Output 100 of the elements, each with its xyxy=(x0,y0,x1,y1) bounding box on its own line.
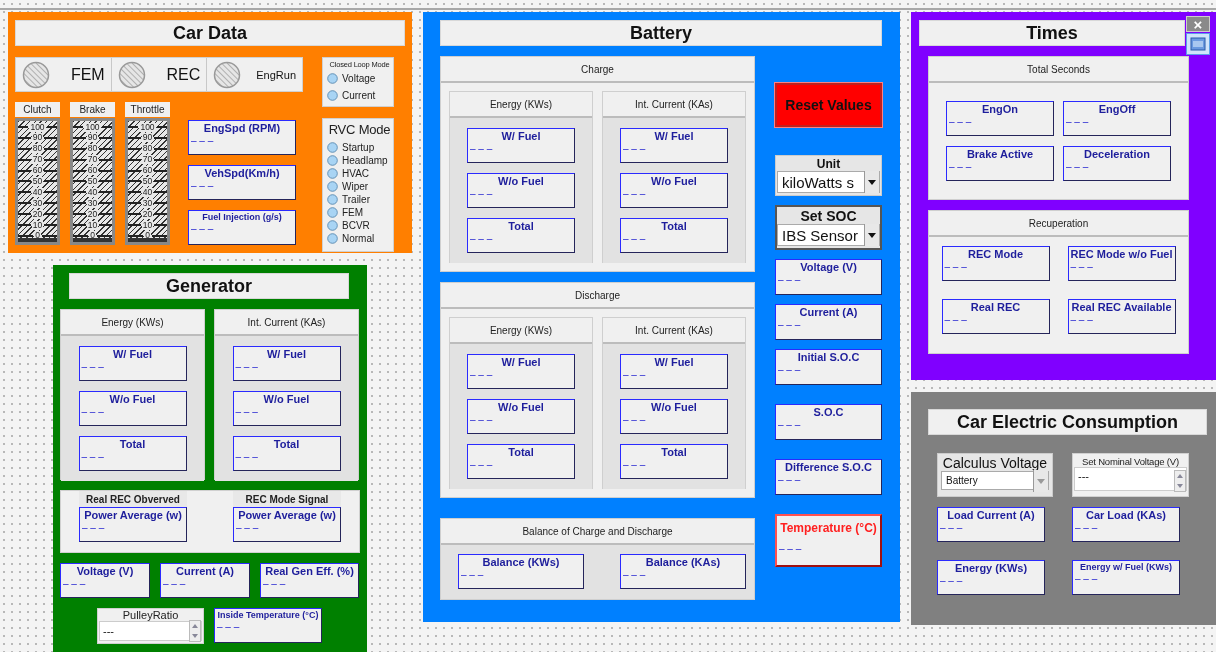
slider-label: Brake xyxy=(70,102,115,117)
scale-label: 10 xyxy=(86,220,99,230)
group-header: Discharge xyxy=(441,283,754,309)
slider-track[interactable]: 100 90 80 70 60 50 40 30 20 10 0 xyxy=(125,118,170,245)
indicator-label: Temperature (°C) xyxy=(780,521,877,535)
indicator-label: Deceleration xyxy=(1084,148,1150,160)
indicator-value: – – – xyxy=(779,543,802,554)
group-header: Real REC Obverved xyxy=(79,491,187,507)
indicator-label: Total xyxy=(661,220,687,232)
panel-title: Generator xyxy=(69,273,349,299)
scale-label: 60 xyxy=(141,166,154,176)
indicator-value: – – – xyxy=(81,361,104,372)
scale-label: 10 xyxy=(31,220,44,230)
indicator-label: Total xyxy=(273,438,300,450)
slider-label: Clutch xyxy=(15,102,60,117)
indicator-value: – – – xyxy=(470,233,493,244)
indicator-value: – – – xyxy=(81,406,104,417)
scale-label: 30 xyxy=(31,198,44,208)
slider-thumb[interactable] xyxy=(128,238,167,242)
radio-option[interactable]: Wiper xyxy=(327,180,392,193)
radio-option[interactable]: Voltage xyxy=(327,70,392,87)
radio-option[interactable]: Headlamp xyxy=(327,154,392,167)
indicator-value: – – – xyxy=(940,522,963,533)
slider-track[interactable]: 100 90 80 70 60 50 40 30 20 10 0 xyxy=(70,118,115,245)
indicator-label: W/o Fuel xyxy=(651,401,697,413)
indicator-value: – – – xyxy=(1070,261,1093,272)
scale-label: 20 xyxy=(141,209,154,219)
scale-label: 50 xyxy=(141,176,154,186)
indicator-label: Voltage (V) xyxy=(800,261,857,273)
indicator-label: Power Average (w) xyxy=(84,509,182,521)
indicator-label: Load Current (A) xyxy=(947,509,1035,521)
dropdown[interactable]: Battery xyxy=(941,471,1049,490)
indicator-value: – – – xyxy=(778,319,801,330)
indicator-label: W/ Fuel xyxy=(266,348,307,360)
indicator-value: – – – xyxy=(944,261,967,272)
indicator-value: – – – xyxy=(82,522,105,533)
dropdown[interactable]: kiloWatts s xyxy=(777,171,880,193)
spinner-icon[interactable] xyxy=(1174,470,1186,492)
control-label: Calculus Voltage xyxy=(942,455,1048,471)
indicator-value: – – – xyxy=(623,188,646,199)
indicator-value: – – – xyxy=(623,459,646,470)
control-label: PulleyRatio xyxy=(122,609,179,621)
indicator-value: – – – xyxy=(470,188,493,199)
scale-label: 10 xyxy=(141,220,154,230)
radio-option[interactable]: Current xyxy=(327,87,392,104)
indicator-label: Initial S.O.C xyxy=(797,351,860,363)
spinner-icon[interactable] xyxy=(189,620,201,642)
indicator-value: – – – xyxy=(778,474,801,485)
indicator-label: W/ Fuel xyxy=(654,356,694,368)
indicator-label: Brake Active xyxy=(966,148,1034,160)
group-header: Charge xyxy=(441,57,754,83)
scale-label: 20 xyxy=(86,209,99,219)
indicator-label: EngOff xyxy=(1098,103,1136,115)
radio-option[interactable]: Startup xyxy=(327,141,392,154)
indicator-label: Real REC Available xyxy=(1071,301,1172,313)
indicator-label: W/ Fuel xyxy=(501,130,541,142)
numeric-field[interactable]: --- xyxy=(1074,467,1187,491)
dropdown[interactable]: IBS Sensor xyxy=(777,224,880,246)
indicator-label: REC Mode w/o Fuel xyxy=(1070,248,1173,260)
indicator-value: – – – xyxy=(1066,116,1089,127)
scale-label: 40 xyxy=(31,187,44,197)
indicator-label: W/o Fuel xyxy=(109,393,156,405)
indicator-value: – – – xyxy=(623,233,646,244)
radio-option[interactable]: BCVR xyxy=(327,219,392,232)
scale-label: 50 xyxy=(31,176,44,186)
indicator-value: – – – xyxy=(163,578,186,589)
slider-track[interactable]: 100 90 80 70 60 50 40 30 20 10 0 xyxy=(15,118,60,245)
indicator-value: – – – xyxy=(217,621,240,632)
indicator-label: Balance (KAs) xyxy=(645,556,721,568)
indicator-value: – – – xyxy=(1070,314,1093,325)
radio-option[interactable]: FEM xyxy=(327,206,392,219)
panel-title: Car Data xyxy=(15,20,405,46)
numeric-field[interactable]: --- xyxy=(99,621,202,641)
indicator-label: W/o Fuel xyxy=(263,393,310,405)
window-icon[interactable] xyxy=(1186,33,1210,55)
indicator-label: Total xyxy=(508,220,534,232)
indicator-value: – – – xyxy=(1075,522,1098,533)
indicator-value: – – – xyxy=(778,419,801,430)
slider-thumb[interactable] xyxy=(73,238,112,242)
scale-label: 80 xyxy=(141,144,154,154)
indicator-label: Voltage (V) xyxy=(76,565,134,577)
indicator-value: – – – xyxy=(944,314,967,325)
indicator-value: – – – xyxy=(1075,573,1098,584)
indicator-value: – – – xyxy=(191,223,214,234)
radio-option[interactable]: Normal xyxy=(327,232,392,245)
control-label: Set Nominal Voltage (V) xyxy=(1082,456,1179,467)
slider-thumb[interactable] xyxy=(18,238,57,242)
indicator-label: EngOn xyxy=(981,103,1019,115)
radio-option[interactable]: Trailer xyxy=(327,193,392,206)
indicator-value: – – – xyxy=(235,361,258,372)
led-label: EngRun xyxy=(256,68,296,81)
indicator-value: – – – xyxy=(623,369,646,380)
scale-label: 20 xyxy=(31,209,44,219)
indicator-value: – – – xyxy=(1066,161,1089,172)
indicator-value: – – – xyxy=(949,116,972,127)
scale-label: 60 xyxy=(86,166,99,176)
group-header: Total Seconds xyxy=(929,57,1188,83)
control-label: Unit xyxy=(816,157,841,171)
reset-button[interactable]: Reset Values xyxy=(775,83,882,127)
radio-option[interactable]: HVAC xyxy=(327,167,392,180)
